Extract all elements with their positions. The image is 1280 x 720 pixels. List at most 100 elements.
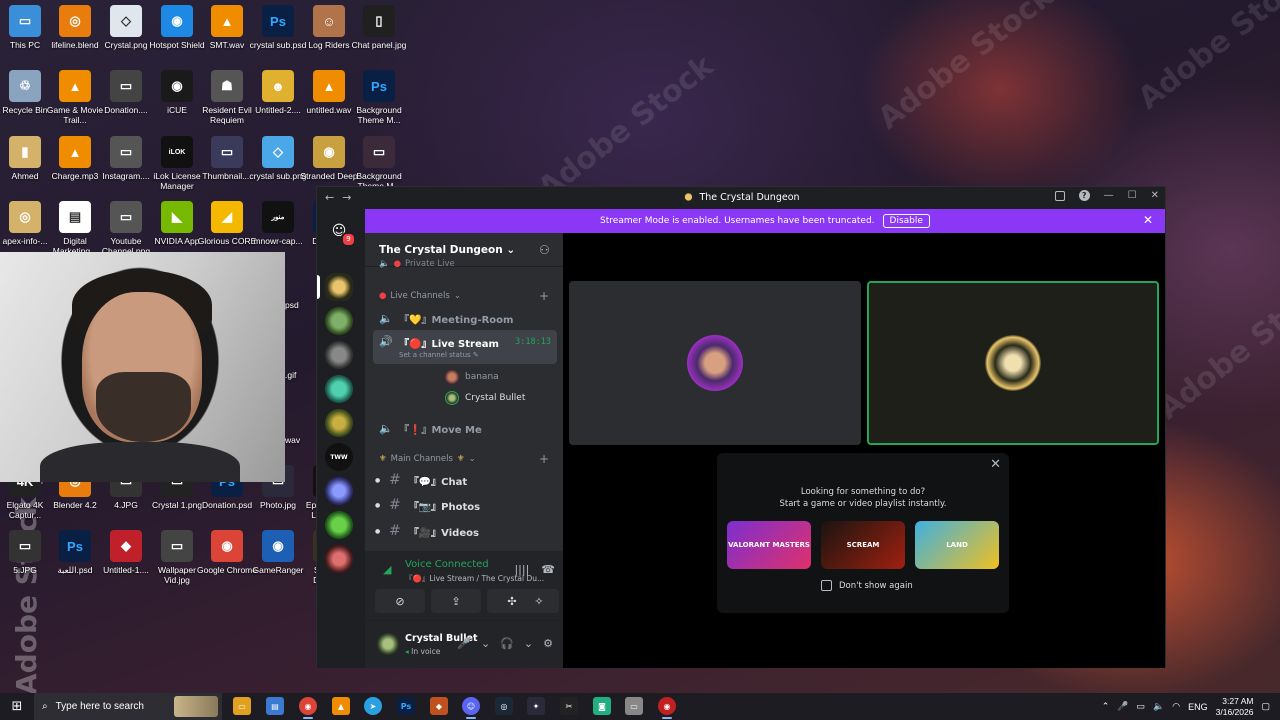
participant-avatar (687, 335, 743, 391)
server-icon[interactable] (325, 409, 353, 437)
title-bar: ←→ The Crystal Dungeon ? — ☐ ✕ (317, 187, 1165, 209)
network-icon[interactable]: ▭ (1137, 701, 1146, 712)
user-status: ◂ In voice (405, 647, 440, 656)
voice-channel-meeting-room[interactable]: 🔈 『💛』Meeting-Room (373, 306, 557, 330)
desktop-icon[interactable]: Ps Background Theme M... (347, 70, 411, 125)
user-avatar[interactable] (377, 633, 399, 655)
participant-tile-speaking[interactable] (867, 281, 1159, 445)
settings-gear-icon[interactable]: ⚙ (543, 637, 553, 650)
add-member-icon[interactable]: ⚇ (539, 243, 553, 257)
soundboard-button[interactable]: ✧ (519, 589, 559, 613)
chevron-up-icon[interactable]: ⌃ (1102, 701, 1110, 712)
minimize-icon[interactable]: — (1104, 190, 1114, 201)
screen-share-button[interactable]: ⇪ (431, 589, 481, 613)
server-name: The Crystal Dungeon (379, 243, 503, 256)
partial-channel[interactable]: 🔈 ● Private Live (379, 259, 455, 269)
speaker-icon: 🔊 (379, 335, 393, 348)
language-indicator[interactable]: ENG (1188, 702, 1208, 712)
discord-window: ←→ The Crystal Dungeon ? — ☐ ✕ Streamer … (316, 186, 1166, 668)
game-suggestion-tile[interactable]: LAND (915, 521, 999, 569)
steam-icon[interactable]: ◎ (495, 697, 513, 715)
file-explorer-icon[interactable]: ▭ (233, 697, 251, 715)
search-highlight-image (174, 696, 218, 717)
headphones-icon[interactable]: 🎧 (500, 637, 514, 650)
taskbar-search[interactable]: ⌕ Type here to search (34, 693, 222, 720)
app-icon[interactable]: ◙ (593, 697, 611, 715)
server-icon[interactable] (325, 375, 353, 403)
text-channel-chat[interactable]: ● # 『💬』Chat (373, 468, 557, 492)
chevron-down-icon[interactable]: ⌄ (524, 637, 533, 650)
telegram-icon[interactable]: ➤ (364, 697, 382, 715)
volume-icon[interactable]: 🔈 (1153, 701, 1164, 712)
close-icon[interactable]: ✕ (990, 457, 1001, 472)
vlc-icon[interactable]: ▲ (332, 697, 350, 715)
live-dot-icon: ● (379, 291, 387, 301)
monitor-app-icon[interactable]: ▤ (266, 697, 284, 715)
server-icon[interactable]: TWW (325, 443, 353, 471)
chevron-down-icon[interactable]: ⌄ (481, 637, 490, 650)
disconnect-icon[interactable]: ☎ (541, 563, 555, 576)
file-icon: ◉ (161, 70, 193, 102)
file-icon: ▲ (211, 5, 243, 37)
chrome-icon[interactable]: ◉ (299, 697, 317, 719)
capcut-icon[interactable]: ✂ (560, 697, 578, 715)
notification-badge: 9 (341, 232, 356, 247)
voice-member[interactable]: Crystal Bullet (445, 391, 525, 405)
clock-date: 3/16/2026 (1215, 706, 1254, 717)
app-icon[interactable]: ✦ (527, 697, 545, 715)
brave-icon[interactable]: ◆ (430, 697, 448, 715)
category-live-channels[interactable]: ● Live Channels ⌄ + (379, 289, 549, 303)
photoshop-icon[interactable]: Ps (397, 697, 415, 715)
clock[interactable]: 3:27 AM 3/16/2026 (1216, 696, 1254, 718)
microphone-icon[interactable]: 🎤 (1117, 701, 1128, 712)
app-icon[interactable]: ▭ (625, 697, 643, 715)
server-icon[interactable] (325, 545, 353, 573)
notifications-icon[interactable]: ▢ (1261, 701, 1270, 712)
text-channel-photos[interactable]: ● # 『📷』Photos (373, 493, 557, 517)
category-main-channels[interactable]: ⚜ Main Channels ⚜ ⌄ + (379, 452, 549, 466)
dont-show-again[interactable]: Don't show again (821, 580, 913, 591)
close-banner-icon[interactable]: ✕ (1143, 213, 1153, 227)
server-icon[interactable] (325, 477, 353, 505)
noise-suppression-icon[interactable]: |||| (514, 563, 529, 576)
soundboard-icon: ✧ (534, 594, 544, 608)
checkbox[interactable] (821, 580, 832, 591)
channel-label: 『🔴』Live Stream (399, 339, 499, 350)
obs-icon[interactable]: ◉ (658, 697, 676, 719)
desktop-icon[interactable]: ▭Background Theme M... (347, 136, 411, 191)
file-icon: ♲ (9, 70, 41, 102)
voice-channel-move-me[interactable]: 🔈 『❗』Move Me (373, 416, 557, 440)
server-icon[interactable] (325, 307, 353, 335)
microphone-icon[interactable]: 🎤 (457, 637, 471, 650)
game-suggestion-tile[interactable]: SCREAM (821, 521, 905, 569)
discord-icon[interactable]: ☺ (462, 697, 480, 719)
maximize-icon[interactable]: ☐ (1128, 190, 1137, 201)
help-icon[interactable]: ? (1078, 190, 1090, 201)
voice-status[interactable]: Voice Connected (405, 559, 489, 570)
discord-home-icon[interactable]: ☺ 9 (325, 217, 356, 247)
partial-channel-label: Private Live (405, 259, 455, 269)
voice-channel-live-stream[interactable]: 🔊 『🔴』Live Stream 3:18:13 Set a channel s… (373, 330, 557, 364)
text-channel-videos[interactable]: ● # 『🎥』Videos (373, 519, 557, 543)
file-icon: ▭ (110, 201, 142, 233)
channel-status[interactable]: Set a channel status ✎ (399, 351, 479, 359)
add-channel-icon[interactable]: + (539, 289, 549, 303)
desktop-icon[interactable]: ▯ Chat panel.jpg (347, 5, 411, 50)
inbox-icon[interactable] (1054, 190, 1065, 201)
unread-dot-icon: ● (375, 527, 381, 535)
add-channel-icon[interactable]: + (539, 452, 549, 466)
file-icon: ▭ (110, 136, 142, 168)
server-icon[interactable] (325, 341, 353, 369)
windows-start-icon[interactable]: ⊞ (0, 693, 34, 720)
server-icon[interactable] (325, 273, 353, 301)
participant-tile[interactable] (569, 281, 861, 445)
close-icon[interactable]: ✕ (1151, 190, 1159, 201)
camera-off-button[interactable]: ⊘ (375, 589, 425, 613)
disable-streamer-button[interactable]: Disable (882, 214, 930, 228)
voice-member[interactable]: banana (445, 370, 499, 384)
back-forward-icon[interactable]: ←→ (325, 191, 359, 204)
wifi-icon[interactable]: ◠ (1172, 701, 1180, 712)
game-suggestion-tile[interactable]: VALORANT MASTERS (727, 521, 811, 569)
file-icon: ☻ (262, 70, 294, 102)
server-icon[interactable] (325, 511, 353, 539)
